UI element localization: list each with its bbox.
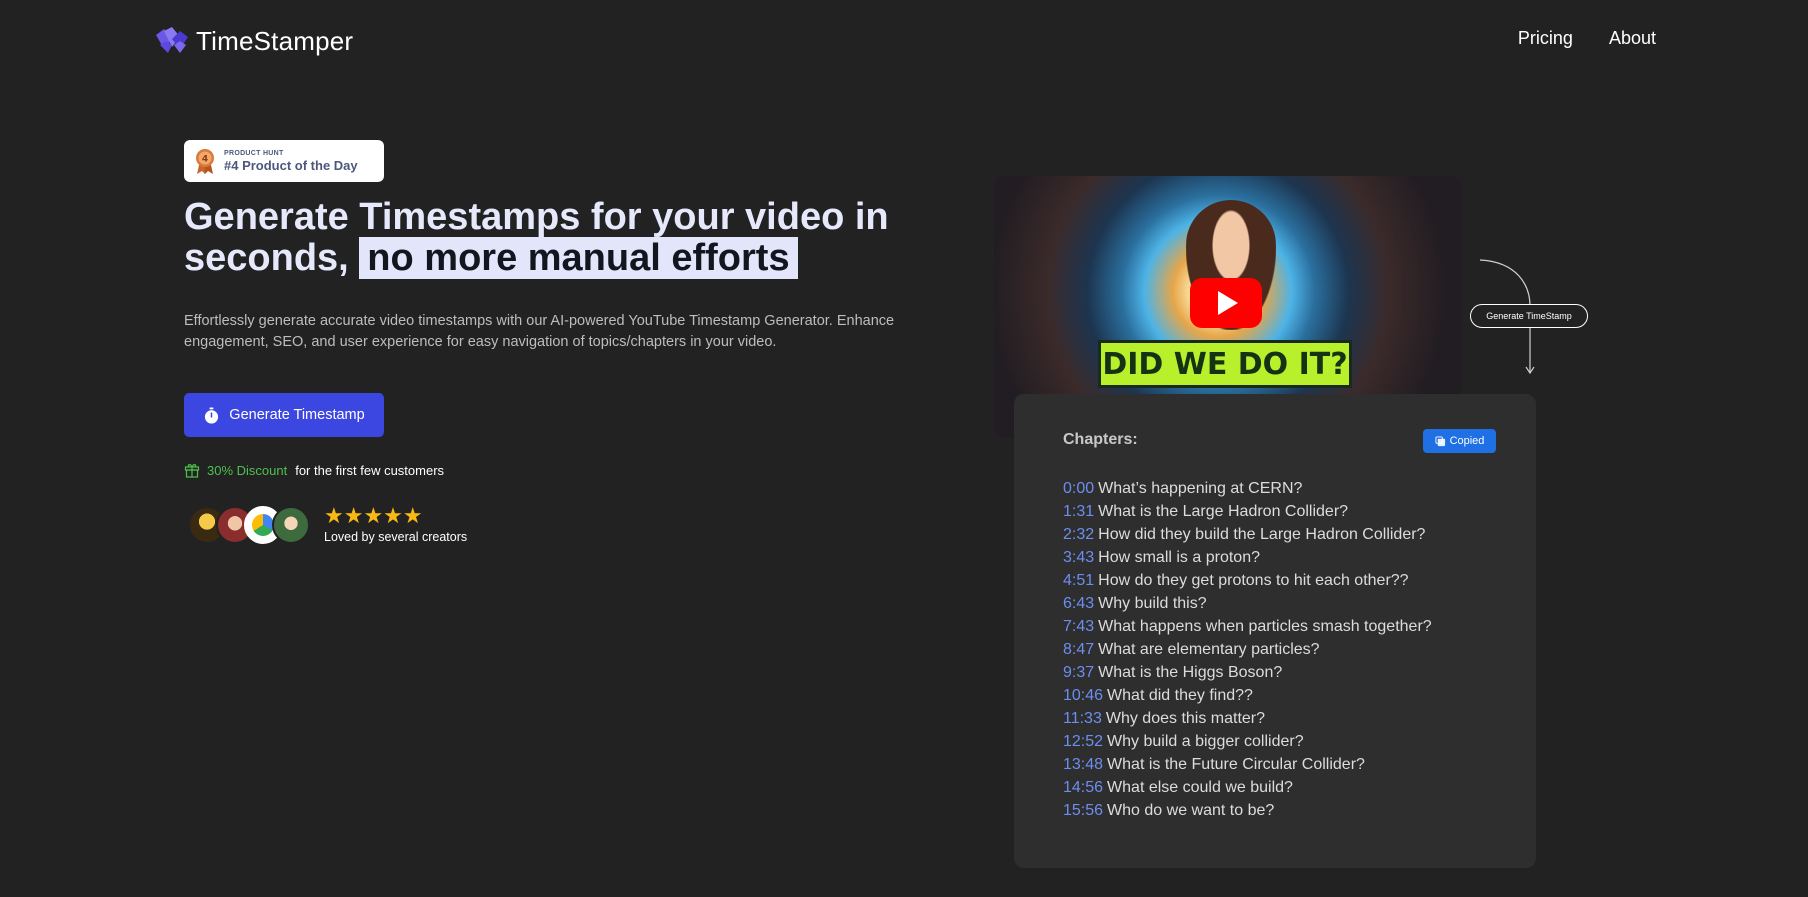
list-item[interactable]: 7:43 What happens when particles smash to… bbox=[1063, 615, 1432, 638]
product-hunt-badge[interactable]: 4 PRODUCT HUNT #4 Product of the Day bbox=[184, 140, 384, 182]
list-item[interactable]: 4:51 How do they get protons to hit each … bbox=[1063, 569, 1432, 592]
list-item[interactable]: 8:47 What are elementary particles? bbox=[1063, 638, 1432, 661]
list-item[interactable]: 15:56 Who do we want to be? bbox=[1063, 799, 1432, 822]
top-nav: Pricing About bbox=[1518, 28, 1656, 49]
list-item[interactable]: 2:32 How did they build the Large Hadron … bbox=[1063, 523, 1432, 546]
play-icon bbox=[1218, 291, 1238, 315]
avatar bbox=[272, 505, 310, 544]
star-rating-icons: ★★★★★ bbox=[324, 503, 423, 528]
chapters-panel: Chapters: Copied 0:00 What’s happening at… bbox=[1014, 394, 1536, 868]
creator-avatars bbox=[188, 505, 310, 544]
discount-highlight: 30% Discount bbox=[207, 462, 288, 478]
social-proof: ★★★★★ Loved by several creators bbox=[188, 505, 467, 544]
generate-timestamp-button[interactable]: Generate Timestamp bbox=[184, 393, 384, 437]
rating-caption: Loved by several creators bbox=[324, 530, 468, 544]
thumbnail-title: DID WE DO IT? bbox=[1098, 340, 1352, 388]
list-item[interactable]: 14:56 What else could we build? bbox=[1063, 776, 1432, 799]
discount-text: for the first few customers bbox=[295, 462, 445, 478]
list-item[interactable]: 3:43 How small is a proton? bbox=[1063, 546, 1432, 569]
list-item[interactable]: 9:37 What is the Higgs Boson? bbox=[1063, 661, 1432, 684]
discount-note: 30% Discount for the first few customers bbox=[184, 462, 444, 478]
hero-subtext: Effortlessly generate accurate video tim… bbox=[184, 313, 895, 350]
badge-small-label: PRODUCT HUNT bbox=[224, 149, 284, 157]
medal-number: 4 bbox=[202, 155, 208, 165]
copied-label: Copied bbox=[1449, 435, 1485, 447]
list-item[interactable]: 1:31 What is the Large Hadron Collider? bbox=[1063, 500, 1432, 523]
brand-logo[interactable]: TimeStamper bbox=[154, 26, 353, 57]
chapter-list: 0:00 What’s happening at CERN? 1:31 What i… bbox=[1063, 477, 1432, 822]
list-item[interactable]: 11:33 Why does this matter? bbox=[1063, 707, 1432, 730]
nav-link-about[interactable]: About bbox=[1609, 28, 1656, 49]
list-item[interactable]: 6:43 Why build this? bbox=[1063, 592, 1432, 615]
medal-icon: 4 bbox=[196, 149, 214, 174]
list-item[interactable]: 10:46 What did they find?? bbox=[1063, 684, 1432, 707]
youtube-play-button[interactable] bbox=[1190, 278, 1262, 328]
stopwatch-icon bbox=[205, 406, 219, 424]
cta-label: Generate Timestamp bbox=[229, 407, 365, 423]
timestamper-logo-icon bbox=[156, 26, 188, 53]
headline-highlight: no more manual efforts bbox=[359, 237, 798, 279]
gift-icon bbox=[184, 464, 200, 478]
list-item[interactable]: 0:00 What’s happening at CERN? bbox=[1063, 477, 1432, 500]
badge-title: #4 Product of the Day bbox=[224, 157, 358, 173]
copy-icon bbox=[1435, 435, 1445, 446]
list-item[interactable]: 12:52 Why build a bigger collider? bbox=[1063, 730, 1432, 753]
generate-timestamp-pill[interactable]: Generate TimeStamp bbox=[1470, 304, 1588, 328]
list-item[interactable]: 13:48 What is the Future Circular Collide… bbox=[1063, 753, 1432, 776]
hero-headline: Generate Timestamps for your video in se… bbox=[184, 197, 904, 279]
nav-link-pricing[interactable]: Pricing bbox=[1518, 28, 1573, 49]
chapters-title: Chapters: bbox=[1063, 431, 1138, 448]
copied-button[interactable]: Copied bbox=[1423, 429, 1496, 453]
brand-name: TimeStamper bbox=[196, 26, 354, 56]
